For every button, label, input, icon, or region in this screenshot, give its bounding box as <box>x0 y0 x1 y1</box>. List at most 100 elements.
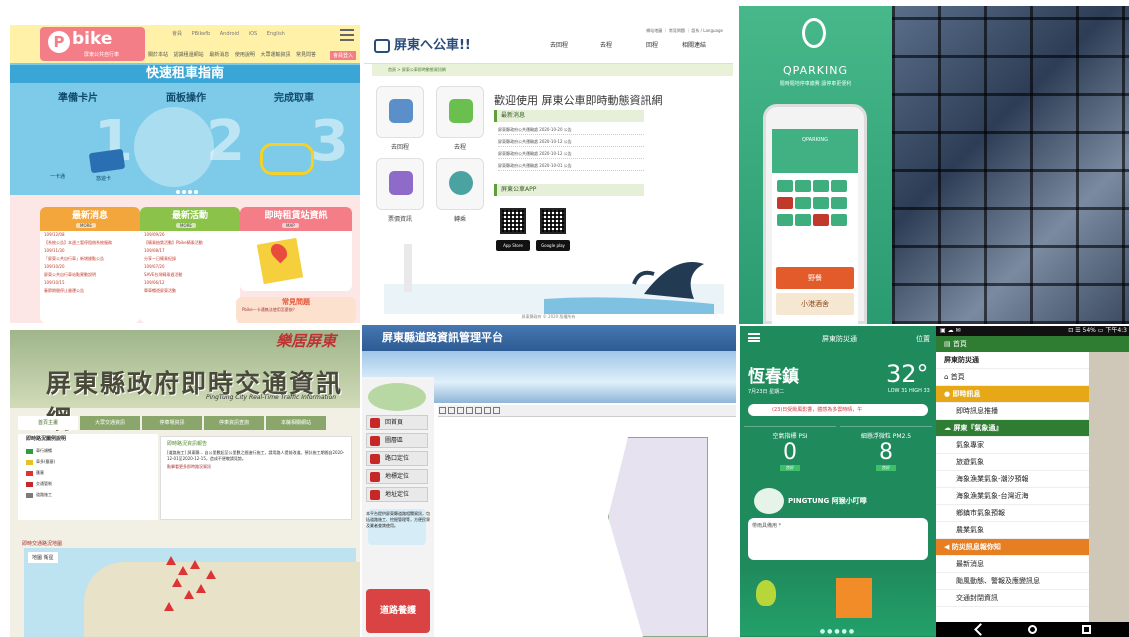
menu-section-disaster[interactable]: ◀ 防災訊息報你知 <box>936 539 1089 556</box>
menu-links[interactable]: 相關連結 <box>682 40 706 49</box>
side-button-intersection[interactable]: 路口定位 <box>366 451 428 466</box>
notice-more-link[interactable]: 點擊看更多即時路況資訊 <box>161 462 351 472</box>
location-button[interactable]: 位置 <box>916 334 930 344</box>
warning-icon[interactable] <box>184 590 194 599</box>
warning-icon[interactable] <box>190 560 200 569</box>
menu-item[interactable]: 最新消息 <box>936 556 1089 573</box>
map-type-toggle[interactable]: 地圖 衛星 <box>28 552 58 563</box>
event-link[interactable]: 分享一日騎乘紀錄 <box>140 255 240 263</box>
tab-parking[interactable]: 停車場資訊 <box>142 416 202 430</box>
tile-roundtrip[interactable] <box>376 86 424 138</box>
bus-top-links[interactable]: 網站地圖 ｜ 常見問題 ｜ 語系 / Language <box>646 28 723 34</box>
nav-item[interactable]: 最新消息 <box>209 52 229 58</box>
measure-icon[interactable] <box>466 407 473 414</box>
warning-icon[interactable] <box>164 602 174 611</box>
faq-line[interactable]: Pbike一卡通無法使用怎麼辦？ <box>236 307 356 313</box>
pan-icon[interactable] <box>439 407 446 414</box>
traffic-map[interactable]: 地圖 衛星 <box>24 548 360 637</box>
tile-fare[interactable] <box>376 158 424 210</box>
faq-box[interactable]: 常見問題 Pbike一卡通無法使用怎麼辦？ <box>236 297 356 323</box>
menu-item[interactable]: 海象漁業氣象-潮汐預報 <box>936 471 1089 488</box>
menu-item[interactable]: 即時訊息推播 <box>936 403 1089 420</box>
menu-item[interactable]: 農業氣象 <box>936 522 1089 539</box>
station-box[interactable]: 即時租賃站資訊 MAP <box>240 207 352 291</box>
menu-item[interactable]: 颱風動態、警報及應變訊息 <box>936 573 1089 590</box>
fullscreen-icon[interactable] <box>493 407 500 414</box>
news-link[interactable]: 屏東公共自行車站點異動說明 <box>40 271 140 279</box>
news-item[interactable]: 屏東縣政府公共運輸處 2020-10-01 公告 <box>498 160 644 171</box>
home-nav-icon[interactable] <box>1028 625 1037 634</box>
tile-outbound[interactable] <box>436 86 484 138</box>
events-more-button[interactable]: MORE <box>176 223 196 228</box>
link-member[interactable]: 會員 <box>172 31 182 37</box>
news-link[interactable]: 【系統公告】本週三暫停租借系統服務 <box>40 239 140 247</box>
menu-section-realtime[interactable]: ● 即時訊息 <box>936 386 1089 403</box>
notice-title: 即時路況資訊報告 <box>167 441 208 447</box>
news-more-button[interactable]: MORE <box>76 223 96 228</box>
menu-section-weather[interactable]: ☁ 屏東『氣象通』 <box>936 420 1089 437</box>
pbike-logo[interactable]: P bike 屏東公共自行車 <box>40 27 145 61</box>
side-button-address[interactable]: 地址定位 <box>366 487 428 502</box>
back-icon[interactable] <box>974 623 987 636</box>
nav-item[interactable]: 認識租還網站 <box>174 52 204 58</box>
print-icon[interactable] <box>475 407 482 414</box>
carousel-dots[interactable] <box>176 187 200 197</box>
warning-icon[interactable] <box>178 566 188 575</box>
event-link[interactable]: SAVE台灣騎乘週活動 <box>140 271 240 279</box>
tab-public-transport[interactable]: 大眾交通資訊 <box>80 416 140 430</box>
station-map-button[interactable]: MAP <box>282 223 299 228</box>
news-link[interactable]: 「屏東公共自行車」新增據點公告 <box>40 255 140 263</box>
road-maintenance-button[interactable]: 道路養護 <box>366 589 430 633</box>
menu-item[interactable]: 鄉鎮市氣象預報 <box>936 505 1089 522</box>
login-button[interactable]: 會員登入 <box>329 51 356 60</box>
warning-icon[interactable] <box>172 578 182 587</box>
county-map[interactable] <box>438 417 736 637</box>
welcome-title: 歡迎使用 屏東公車即時動態資訊網 <box>494 94 663 107</box>
nav-item[interactable]: 常見問答 <box>296 52 316 58</box>
event-link[interactable]: 【騎乘抽獎活動】Pbike騎乘活動 <box>140 239 240 247</box>
menu-item[interactable]: 海象漁業氣象-台灣近海 <box>936 488 1089 505</box>
news-link[interactable]: 春節期間停止營運公告 <box>40 287 140 295</box>
warning-icon[interactable] <box>206 570 216 579</box>
warning-icon[interactable] <box>196 584 206 593</box>
traffic-logo-text: 樂居屏東 <box>275 332 336 350</box>
menu-item-home[interactable]: ⌂ 首頁 <box>936 369 1089 386</box>
zoom-out-icon[interactable] <box>457 407 464 414</box>
menu-item[interactable]: 氣象專家 <box>936 437 1089 454</box>
nav-item[interactable]: 使用說明 <box>235 52 255 58</box>
search-icon[interactable] <box>484 407 491 414</box>
side-button-layers[interactable]: 圖層區 <box>366 433 428 448</box>
menu-outbound[interactable]: 去程 <box>600 40 612 49</box>
nav-item[interactable]: 關於本站 <box>148 52 168 58</box>
warning-icon[interactable] <box>166 556 176 565</box>
news-item[interactable]: 屏東縣政府公共運輸處 2020-10-20 公告 <box>498 124 644 135</box>
zoom-in-icon[interactable] <box>448 407 455 414</box>
tab-home[interactable]: 首頁主畫 <box>18 416 78 430</box>
menu-icon[interactable] <box>748 333 760 342</box>
map-title: 即時交通路況地圖 <box>22 541 63 547</box>
link-english[interactable]: English <box>267 31 285 37</box>
link-android[interactable]: Android <box>220 31 239 37</box>
event-link[interactable]: 單車暢遊屏東活動 <box>140 287 240 295</box>
nav-item[interactable]: 大眾運輸資訊 <box>260 52 290 58</box>
link-fb[interactable]: PBikefb <box>192 31 211 37</box>
tab-parking-search[interactable]: 停車資訊查詢 <box>204 416 264 430</box>
news-item[interactable]: 屏東縣政府公共運輸處 2020-10-12 公告 <box>498 136 644 147</box>
menu-roundtrip[interactable]: 去回程 <box>550 40 568 49</box>
menu-icon[interactable] <box>340 29 354 41</box>
link-ios[interactable]: iOS <box>249 31 258 37</box>
phone-ad-banner[interactable]: 小港酒舍 <box>776 293 854 315</box>
bus-brand[interactable]: 屏東へ公車!! <box>374 34 471 53</box>
page-indicator[interactable]: ●●●●● <box>740 628 936 635</box>
weather-alert[interactable]: (23)日受颱風影響，體感為多雲時晴，午 <box>748 404 928 416</box>
tab-related-sites[interactable]: 本縣相關網站 <box>266 416 326 430</box>
menu-item[interactable]: 旅遊氣象 <box>936 454 1089 471</box>
menu-item[interactable]: 交通封閉資訊 <box>936 590 1089 607</box>
tile-transfer[interactable] <box>436 158 484 210</box>
menu-return[interactable]: 回程 <box>646 40 658 49</box>
side-button-home[interactable]: 回首頁 <box>366 415 428 430</box>
side-button-landmark[interactable]: 地標定位 <box>366 469 428 484</box>
recent-apps-icon[interactable] <box>1082 625 1091 634</box>
phone-ad-banner[interactable]: 野餐 <box>776 267 854 289</box>
news-item[interactable]: 屏東縣政府公共運輸處 2020-10-12 公告 <box>498 148 644 159</box>
